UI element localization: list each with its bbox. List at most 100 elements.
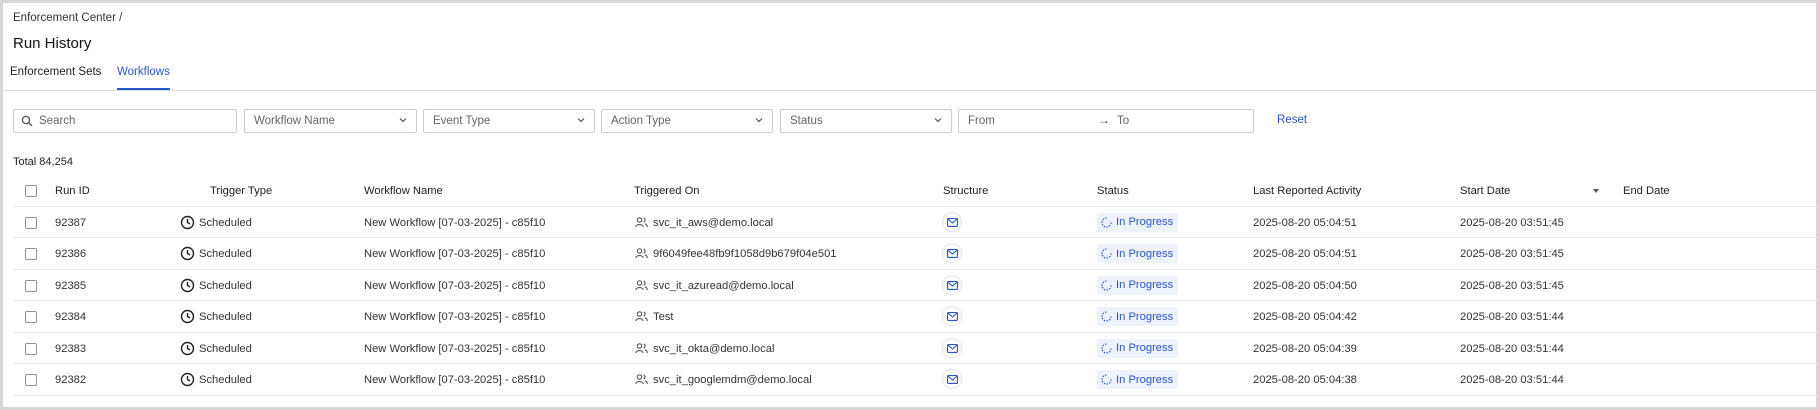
last-reported-activity: 2025-08-20 05:04:38 xyxy=(1253,374,1357,386)
table-row[interactable]: 92382 Scheduled New Workflow [07-03-2025] … xyxy=(13,364,1819,396)
table-header: Run ID Trigger Type Workflow Name Trigge… xyxy=(13,175,1819,207)
mail-icon[interactable] xyxy=(942,337,962,358)
row-checkbox[interactable] xyxy=(25,342,37,355)
status-badge: In Progress xyxy=(1097,338,1179,358)
col-run-id[interactable]: Run ID xyxy=(55,185,90,197)
event-type-select[interactable]: Event Type xyxy=(423,109,595,133)
date-from-label: From xyxy=(968,115,995,127)
filter-bar: Search Workflow Name Event Type Action T… xyxy=(0,109,1819,133)
clock-icon xyxy=(180,278,195,293)
run-id: 92382 xyxy=(55,374,87,386)
workflow-name-select[interactable]: Workflow Name xyxy=(244,109,417,133)
col-end-date[interactable]: End Date xyxy=(1623,185,1670,197)
last-reported-activity: 2025-08-20 05:04:51 xyxy=(1253,216,1357,229)
table-row[interactable]: 92385 Scheduled New Workflow [07-03-2025] … xyxy=(13,270,1819,301)
tab-bar: Enforcement Sets Workflows xyxy=(0,62,1819,91)
row-checkbox[interactable] xyxy=(25,311,37,323)
run-id: 92383 xyxy=(55,342,87,355)
spinner-icon xyxy=(1101,216,1112,228)
sort-desc-icon[interactable] xyxy=(1593,189,1599,193)
event-type-select-label: Event Type xyxy=(433,115,491,127)
status-text: In Progress xyxy=(1116,373,1174,386)
workflow-name[interactable]: New Workflow [07-03-2025] - c85f10 xyxy=(364,217,545,229)
date-to-label: To xyxy=(1117,115,1130,127)
trigger-type: Scheduled xyxy=(199,311,252,323)
status-badge: In Progress xyxy=(1097,370,1179,389)
col-status[interactable]: Status xyxy=(1097,185,1129,197)
breadcrumb[interactable]: Enforcement Center / xyxy=(13,12,122,24)
start-date: 2025-08-20 03:51:44 xyxy=(1460,342,1564,355)
mail-icon[interactable] xyxy=(942,369,962,389)
page-title: Run History xyxy=(13,35,92,52)
clock-icon xyxy=(180,372,195,387)
triggered-on[interactable]: svc_it_azuread@demo.local xyxy=(653,280,794,292)
col-trigger-type[interactable]: Trigger Type xyxy=(210,185,272,197)
triggered-on[interactable]: Test xyxy=(653,311,674,323)
spinner-icon xyxy=(1101,279,1112,291)
run-id: 92385 xyxy=(55,279,87,292)
workflow-name[interactable]: New Workflow [07-03-2025] - c85f10 xyxy=(364,374,545,386)
triggered-on[interactable]: svc_it_okta@demo.local xyxy=(653,343,774,355)
status-select[interactable]: Status xyxy=(780,109,952,133)
row-checkbox[interactable] xyxy=(25,216,37,229)
triggered-on[interactable]: svc_it_aws@demo.local xyxy=(653,217,773,229)
row-checkbox[interactable] xyxy=(25,248,37,260)
mail-icon[interactable] xyxy=(942,274,962,295)
table-row[interactable]: 92384 Scheduled New Workflow [07-03-2025] … xyxy=(13,301,1819,333)
users-icon xyxy=(635,342,648,354)
workflow-name[interactable]: New Workflow [07-03-2025] - c85f10 xyxy=(364,248,545,260)
users-icon xyxy=(635,279,648,291)
trigger-type: Scheduled xyxy=(199,279,252,292)
action-type-select[interactable]: Action Type xyxy=(601,109,773,133)
select-all-checkbox[interactable] xyxy=(25,185,37,197)
last-reported-activity: 2025-08-20 05:04:42 xyxy=(1253,311,1357,323)
start-date: 2025-08-20 03:51:44 xyxy=(1460,374,1564,386)
triggered-on[interactable]: svc_it_googlemdm@demo.local xyxy=(653,374,812,386)
start-date: 2025-08-20 03:51:45 xyxy=(1460,216,1564,229)
start-date: 2025-08-20 03:51:44 xyxy=(1460,311,1564,323)
workflow-name[interactable]: New Workflow [07-03-2025] - c85f10 xyxy=(364,280,545,292)
start-date: 2025-08-20 03:51:45 xyxy=(1460,248,1564,260)
trigger-type: Scheduled xyxy=(199,248,252,260)
tab-enforcement-sets[interactable]: Enforcement Sets xyxy=(10,66,101,88)
table-row[interactable]: 92386 Scheduled New Workflow [07-03-2025] … xyxy=(13,238,1819,270)
users-icon xyxy=(635,374,648,385)
col-workflow-name[interactable]: Workflow Name xyxy=(364,185,443,197)
search-input[interactable]: Search xyxy=(13,109,237,133)
last-reported-activity: 2025-08-20 05:04:51 xyxy=(1253,248,1357,260)
search-placeholder: Search xyxy=(39,115,76,127)
mail-icon[interactable] xyxy=(942,306,962,326)
col-start-date[interactable]: Start Date xyxy=(1460,185,1510,197)
search-icon xyxy=(21,115,33,127)
status-badge: In Progress xyxy=(1097,212,1179,232)
row-checkbox[interactable] xyxy=(25,279,37,292)
last-reported-activity: 2025-08-20 05:04:39 xyxy=(1253,342,1357,355)
row-checkbox[interactable] xyxy=(25,374,37,386)
workflow-name[interactable]: New Workflow [07-03-2025] - c85f10 xyxy=(364,311,545,323)
status-select-label: Status xyxy=(790,115,823,127)
chevron-down-icon xyxy=(755,118,763,123)
col-triggered-on[interactable]: Triggered On xyxy=(634,185,700,197)
mail-icon[interactable] xyxy=(942,243,962,263)
users-icon xyxy=(635,311,648,322)
spinner-icon xyxy=(1101,374,1112,385)
trigger-type: Scheduled xyxy=(199,374,252,386)
reset-button[interactable]: Reset xyxy=(1277,114,1307,126)
status-badge: In Progress xyxy=(1097,307,1179,326)
col-structure[interactable]: Structure xyxy=(943,185,988,197)
chevron-down-icon xyxy=(577,118,585,123)
triggered-on[interactable]: 9f6049fee48fb9f1058d9b679f04e501 xyxy=(653,248,837,260)
table-row[interactable]: 92383 Scheduled New Workflow [07-03-2025] … xyxy=(13,333,1819,364)
tab-workflows[interactable]: Workflows xyxy=(117,66,170,90)
status-text: In Progress xyxy=(1116,342,1174,354)
status-text: In Progress xyxy=(1116,310,1174,323)
mail-icon[interactable] xyxy=(942,211,962,232)
date-range-picker[interactable]: From → To xyxy=(958,109,1254,133)
table-row[interactable]: 92387 Scheduled New Workflow [07-03-2025] … xyxy=(13,207,1819,238)
status-badge: In Progress xyxy=(1097,275,1179,295)
col-last-reported-activity[interactable]: Last Reported Activity xyxy=(1253,185,1361,197)
workflow-name[interactable]: New Workflow [07-03-2025] - c85f10 xyxy=(364,343,545,355)
clock-icon xyxy=(180,309,195,324)
chevron-down-icon xyxy=(399,118,407,123)
status-text: In Progress xyxy=(1116,216,1174,228)
